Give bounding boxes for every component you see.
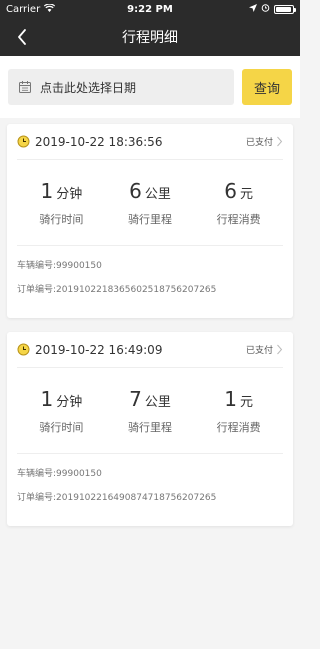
trip-status-link[interactable]: 已支付	[246, 343, 283, 356]
trip-status: 已支付	[245, 346, 273, 356]
trip-status: 已支付	[245, 138, 273, 148]
status-bar: Carrier 9:22 PM	[0, 0, 300, 18]
date-picker-text: 点击此处选择日期	[40, 80, 137, 95]
trip-info: 车辆编号: 99900150 订单编号: 2019102218365602518…	[17, 246, 283, 302]
stat-unit: 分钟	[56, 186, 83, 202]
vehicle-number: 99900150	[56, 469, 102, 479]
order-number-line: 订单编号: 20191022164908747187562072​65	[17, 486, 283, 510]
query-button[interactable]: 查询	[242, 69, 292, 105]
stat-number: 7	[129, 386, 142, 411]
page-title: 行程明细	[122, 30, 178, 46]
chevron-left-icon	[18, 29, 26, 45]
stat-number: 6	[224, 178, 238, 203]
stat-number: 1	[224, 386, 238, 411]
trip-card[interactable]: 2019-10-22 18:36:56 已支付 1 分钟 骑行时间 6 公里 骑…	[7, 124, 293, 318]
stat-label: 行程消费	[216, 420, 261, 434]
trip-card[interactable]: 2019-10-22 16:49:09 已支付 1 分钟 骑行时间 7 公里 骑…	[7, 332, 293, 526]
alarm-icon	[261, 3, 270, 15]
vehicle-number-line: 车辆编号: 99900150	[17, 462, 283, 486]
trip-list: 2019-10-22 18:36:56 已支付 1 分钟 骑行时间 6 公里 骑…	[0, 118, 300, 526]
status-right	[249, 3, 296, 15]
clock-icon	[17, 135, 30, 148]
stat-label: 骑行里程	[128, 212, 172, 226]
stat-number: 1	[40, 386, 54, 411]
search-area: 点击此处选择日期 查询	[0, 56, 300, 118]
trip-datetime: 2019-10-22 18:36:56	[35, 134, 163, 149]
stat-distance: 6 公里 骑行里程	[106, 160, 195, 245]
trip-stats: 1 分钟 骑行时间 6 公里 骑行里程 6 元 行程消费	[17, 160, 283, 246]
nav-bar: 行程明细	[0, 18, 300, 56]
order-number: 20191022183656025187562072​65	[56, 285, 217, 295]
vehicle-number: 99900150	[56, 261, 102, 271]
stat-number: 1	[40, 178, 54, 203]
stat-label: 行程消费	[216, 212, 261, 226]
stat-unit: 公里	[144, 186, 171, 202]
trip-card-header: 2019-10-22 16:49:09 已支付	[17, 332, 283, 368]
stat-distance-value: 6 公里	[129, 179, 171, 203]
stat-distance-value: 7 公里	[129, 387, 171, 411]
trip-time-wrap: 2019-10-22 18:36:56	[17, 135, 162, 149]
carrier-label: Carrier	[6, 3, 41, 15]
stat-duration: 1 分钟 骑行时间	[17, 160, 106, 245]
stat-number: 6	[129, 178, 142, 203]
stat-label: 骑行时间	[39, 420, 84, 434]
vehicle-number-line: 车辆编号: 99900150	[17, 254, 283, 278]
trip-info: 车辆编号: 99900150 订单编号: 2019102216490874718…	[17, 454, 283, 510]
stat-duration: 1 分钟 骑行时间	[17, 368, 106, 453]
stat-cost-value: 6 元	[224, 179, 253, 203]
stat-cost: 6 元 行程消费	[194, 160, 283, 245]
trip-time-wrap: 2019-10-22 16:49:09	[17, 343, 162, 357]
chevron-right-icon	[277, 136, 283, 147]
stat-distance: 7 公里 骑行里程	[106, 368, 195, 453]
trip-status-link[interactable]: 已支付	[246, 135, 283, 148]
chevron-right-icon	[277, 344, 283, 355]
stat-unit: 元	[240, 186, 254, 202]
wifi-icon	[44, 2, 56, 15]
stat-unit: 元	[240, 394, 254, 410]
stat-label: 骑行里程	[128, 420, 172, 434]
stat-cost: 1 元 行程消费	[194, 368, 283, 453]
order-number-line: 订单编号: 20191022183656025187562072​65	[17, 278, 283, 302]
back-button[interactable]	[12, 27, 32, 47]
status-left: Carrier	[6, 2, 56, 15]
stat-unit: 公里	[144, 394, 171, 410]
stat-label: 骑行时间	[39, 212, 84, 226]
stat-duration-value: 1 分钟	[40, 179, 82, 203]
date-picker[interactable]: 点击此处选择日期	[8, 69, 234, 105]
vehicle-number-label: 车辆编号:	[17, 469, 57, 479]
trip-datetime: 2019-10-22 16:49:09	[35, 342, 163, 357]
trip-card-header: 2019-10-22 18:36:56 已支付	[17, 124, 283, 160]
location-arrow-icon	[249, 3, 257, 15]
order-number-label: 订单编号:	[17, 493, 57, 503]
order-number-label: 订单编号:	[17, 285, 57, 295]
order-number: 20191022164908747187562072​65	[56, 493, 217, 503]
calendar-icon	[19, 81, 31, 93]
trip-stats: 1 分钟 骑行时间 7 公里 骑行里程 1 元 行程消费	[17, 368, 283, 454]
battery-level	[276, 6, 292, 12]
clock-icon	[17, 343, 30, 356]
stat-unit: 分钟	[56, 394, 83, 410]
stat-duration-value: 1 分钟	[40, 387, 82, 411]
battery-icon	[274, 4, 296, 14]
stat-cost-value: 1 元	[224, 387, 253, 411]
vehicle-number-label: 车辆编号:	[17, 261, 57, 271]
